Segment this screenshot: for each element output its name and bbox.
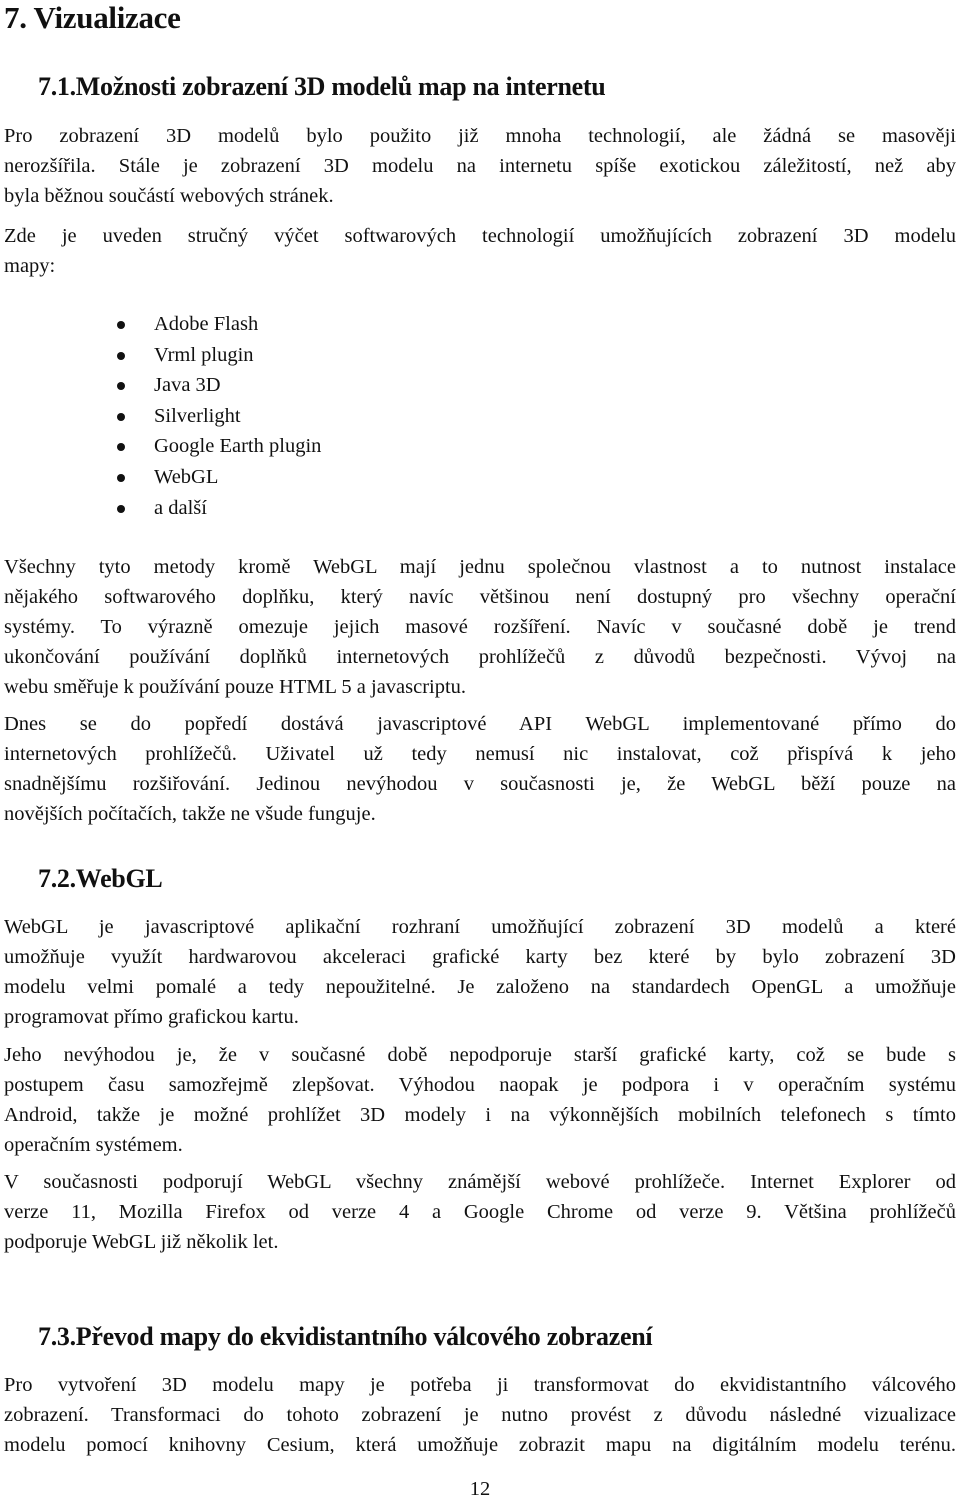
list-item: Silverlight [0,401,321,432]
paragraph-line: modelu velmi pomalé a tedy nepoužitelné.… [4,976,956,998]
bullet-icon [117,382,125,391]
list-item-text: a další [154,496,207,519]
paragraph-line: postupem času samozřejmě zlepšovat. Výho… [4,1074,956,1096]
bullet-icon [117,443,125,452]
paragraph-line: podporuje WebGL již několik let. [4,1231,279,1253]
paragraph-line: modelu pomocí knihovny Cesium, která umo… [4,1434,956,1456]
paragraph-line: Jeho nevýhodou je, že v současné době ne… [4,1044,956,1066]
paragraph-line: Pro zobrazení 3D modelů bylo použito již… [4,125,956,147]
bullet-icon [117,473,125,482]
paragraph-line: nějakého softwarového doplňku, který nav… [4,586,956,608]
paragraph-line: ukončování používání doplňků internetový… [4,646,956,668]
paragraph-line: byla běžnou součástí webových stránek. [4,185,334,207]
list-item-text: Adobe Flash [154,313,259,335]
bullet-icon [117,351,125,360]
section-heading-7-1: 7.1.Možnosti zobrazení 3D modelů map na … [38,72,606,101]
page-number: 12 [469,1478,491,1500]
paragraph-line: programovat přímo grafickou kartu. [4,1006,299,1028]
technology-list: Adobe Flash Vrml plugin Java 3D Silverli… [0,309,321,523]
list-item-text: Vrml plugin [154,343,254,366]
paragraph-line: Všechny tyto metody kromě WebGL mají jed… [4,556,956,578]
paragraph-line: systémy. To výrazně omezuje jejich masov… [4,616,956,638]
list-item-text: Java 3D [154,374,221,397]
paragraph-line: novějších počítačích, takže ne všude fun… [4,803,376,825]
bullet-icon [117,504,125,513]
list-item-text: WebGL [154,465,219,488]
paragraph-line: umožňuje využít hardwarovou akceleraci g… [4,946,956,968]
list-item: Google Earth plugin [0,431,321,462]
paragraph-line: WebGL je javascriptové aplikační rozhran… [4,916,956,938]
paragraph-line: Android, takže je možné prohlížet 3D mod… [4,1104,956,1126]
paragraph-line: zobrazení. Transformaci do tohoto zobraz… [4,1404,956,1426]
chapter-title: 7. Vizualizace [4,0,181,35]
list-item: Adobe Flash [0,309,321,340]
list-item: a další [0,493,321,524]
list-item-text: Google Earth plugin [154,435,322,458]
list-item: Vrml plugin [0,340,321,371]
list-item: WebGL [0,462,321,493]
paragraph-line: Dnes se do popředí dostává javascriptové… [4,713,956,735]
paragraph-line: nerozšířila. Stále je zobrazení 3D model… [4,155,956,177]
paragraph-line: verze 11, Mozilla Firefox od verze 4 a G… [4,1201,956,1223]
section-heading-7-3: 7.3.Převod mapy do ekvidistantního válco… [38,1322,653,1351]
paragraph-line: mapy: [4,255,56,277]
paragraph-line: Zde je uveden stručný výčet softwarových… [4,225,956,247]
list-item-text: Silverlight [154,404,241,427]
paragraph-line: internetových prohlížečů. Uživatel už te… [4,743,956,765]
bullet-icon [117,321,125,329]
paragraph-line: V současnosti podporují WebGL všechny zn… [4,1171,956,1193]
section-heading-7-2: 7.2.WebGL [38,864,163,893]
paragraph-line: webu směřuje k používání pouze HTML 5 a … [4,676,467,698]
paragraph-line: snadnějšímu rozšiřování. Jedinou nevýhod… [4,773,956,795]
paragraph-line: operačním systémem. [4,1134,183,1156]
list-item: Java 3D [0,370,321,401]
bullet-icon [117,412,125,421]
paragraph-line: Pro vytvoření 3D modelu mapy je potřeba … [4,1374,956,1396]
